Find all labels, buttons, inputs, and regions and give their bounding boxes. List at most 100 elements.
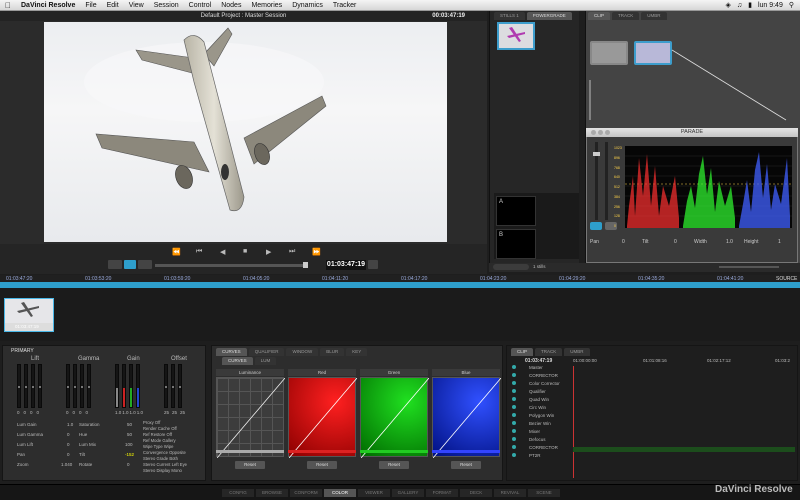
playhead[interactable] [573, 366, 574, 478]
timeline-clip[interactable]: 01:03:47:19 [4, 298, 54, 332]
kf-row-circ-win[interactable]: Circ Win [512, 403, 546, 411]
viewer-image[interactable] [44, 22, 447, 242]
menu-memories[interactable]: Memories [246, 2, 287, 9]
param-width-value[interactable]: 1.0 [726, 239, 733, 245]
lift-g-bar[interactable] [31, 364, 35, 408]
page-format[interactable]: FORMAT [426, 489, 458, 497]
tab-qualifier[interactable]: QUALIFIER [248, 348, 285, 356]
curve-blue[interactable] [432, 377, 502, 459]
pan-row[interactable]: Pan 0 [17, 452, 70, 457]
reset-blue-button[interactable]: Reset [451, 461, 481, 469]
timeline-ruler[interactable]: 01:03:47:20 01:03:53:20 01:03:59:20 01:0… [0, 275, 800, 282]
apple-icon[interactable]:  [0, 1, 16, 10]
page-browse[interactable]: BROWSE [256, 489, 288, 497]
kf-row-bezier-win[interactable]: Bezier Win [512, 419, 551, 427]
settings-button[interactable] [368, 260, 378, 269]
gallery-search-input[interactable] [493, 264, 529, 270]
menu-control[interactable]: Control [184, 2, 217, 9]
window-close-icon[interactable] [591, 130, 596, 135]
offset-g-bar[interactable] [171, 364, 175, 408]
scope-level-slider[interactable] [605, 142, 608, 220]
tab-window[interactable]: WINDOW [286, 348, 319, 356]
kf-row-corrector-2[interactable]: CORRECTOR [512, 443, 558, 451]
param-tilt-value[interactable]: 0 [674, 239, 677, 245]
still-thumbnail[interactable] [497, 22, 535, 50]
kf-row-polygon-win[interactable]: Polygon Win [512, 411, 554, 419]
menu-file[interactable]: File [80, 2, 101, 9]
kf-row-pt2r[interactable]: PT2R [512, 451, 541, 459]
tab-curves[interactable]: CURVES [216, 348, 247, 356]
page-gallery[interactable]: GALLERY [392, 489, 424, 497]
goto-start-icon[interactable]: ⏮ [196, 248, 202, 256]
tab-kf-umbr[interactable]: UMBR [564, 348, 590, 356]
lum-lift-row[interactable]: Lum Lift 0 [17, 442, 70, 447]
offset-r-bar[interactable] [164, 364, 168, 408]
curve-red[interactable] [288, 377, 358, 459]
kf-row-master[interactable]: Master [512, 363, 543, 371]
lift-b-bar[interactable] [38, 364, 42, 408]
parade-titlebar[interactable]: PARADE [586, 128, 798, 137]
gamma-b-bar[interactable] [87, 364, 91, 408]
stop-icon[interactable]: ■ [243, 248, 247, 255]
tab-kf-clip[interactable]: CLIP [511, 348, 534, 356]
reset-red-button[interactable]: Reset [307, 461, 337, 469]
gain-g-bar[interactable] [129, 364, 133, 408]
green-soft-clip[interactable] [360, 450, 428, 453]
page-color[interactable]: COLOR [324, 489, 356, 497]
saturation-row[interactable]: Saturation 50 [79, 422, 132, 427]
enable-icon[interactable] [512, 405, 516, 409]
enable-icon[interactable] [512, 373, 516, 377]
lum-mix-row[interactable]: Lum Mix 100 [79, 442, 133, 447]
enable-icon[interactable] [512, 389, 516, 393]
zoom-row[interactable]: Zoom 1.040 [17, 462, 72, 467]
enable-icon[interactable] [512, 397, 516, 401]
gain-b-bar[interactable] [136, 364, 140, 408]
gamma-r-bar[interactable] [73, 364, 77, 408]
tab-blur[interactable]: BLUR [320, 348, 345, 356]
tilt-row[interactable]: Tilt -152 [79, 452, 134, 457]
enable-icon[interactable] [512, 421, 516, 425]
hue-row[interactable]: Hue 50 [79, 432, 132, 437]
page-config[interactable]: CONFIG [222, 489, 254, 497]
menu-nodes[interactable]: Nodes [216, 2, 246, 9]
keyframe-bar[interactable] [573, 447, 795, 452]
rotate-row[interactable]: Rotate 0 [79, 462, 130, 467]
forward-fast-icon[interactable]: ⏩ [312, 248, 321, 256]
node-zoom-slider[interactable] [719, 266, 779, 268]
clock[interactable]: lun 9:49 [758, 2, 783, 9]
scrub-handle[interactable] [303, 262, 308, 268]
menu-tracker[interactable]: Tracker [328, 2, 361, 9]
tab-kf-track[interactable]: TRACK [535, 348, 563, 356]
lum-gamma-row[interactable]: Lum Gamma 0 [17, 432, 70, 437]
enable-icon[interactable] [512, 453, 516, 457]
kf-row-corrector[interactable]: CORRECTOR [512, 371, 558, 379]
enable-icon[interactable] [512, 381, 516, 385]
tab-node-track[interactable]: TRACK [612, 12, 640, 20]
menu-view[interactable]: View [124, 2, 149, 9]
luminance-soft-clip[interactable] [216, 450, 284, 453]
scope-gain-handle[interactable] [593, 152, 600, 156]
rewind-fast-icon[interactable]: ⏪ [172, 248, 181, 256]
offset-b-bar[interactable] [178, 364, 182, 408]
loop-button[interactable] [108, 260, 122, 269]
tab-powergrade[interactable]: POWERGRADE [526, 12, 572, 20]
subtab-curves[interactable]: CURVES [222, 357, 253, 365]
enable-icon[interactable] [512, 437, 516, 441]
battery-icon[interactable]: ▮ [748, 1, 752, 9]
pen-button[interactable] [124, 260, 136, 269]
volume-icon[interactable]: ♫ [737, 2, 742, 9]
window-minimize-icon[interactable] [598, 130, 603, 135]
gain-y-bar[interactable] [115, 364, 119, 408]
menu-dynamics[interactable]: Dynamics [287, 2, 328, 9]
blue-soft-clip[interactable] [432, 450, 500, 453]
menu-session[interactable]: Session [149, 2, 184, 9]
enable-icon[interactable] [512, 445, 516, 449]
gain-r-bar[interactable] [122, 364, 126, 408]
param-height-value[interactable]: 1 [778, 239, 781, 245]
lift-r-bar[interactable] [24, 364, 28, 408]
reset-luminance-button[interactable]: Reset [235, 461, 265, 469]
tab-node-clip[interactable]: CLIP [588, 12, 611, 20]
timeline-track[interactable] [0, 282, 800, 288]
reverse-icon[interactable]: ◀ [220, 248, 225, 256]
kf-row-defocus[interactable]: Defocus [512, 435, 546, 443]
